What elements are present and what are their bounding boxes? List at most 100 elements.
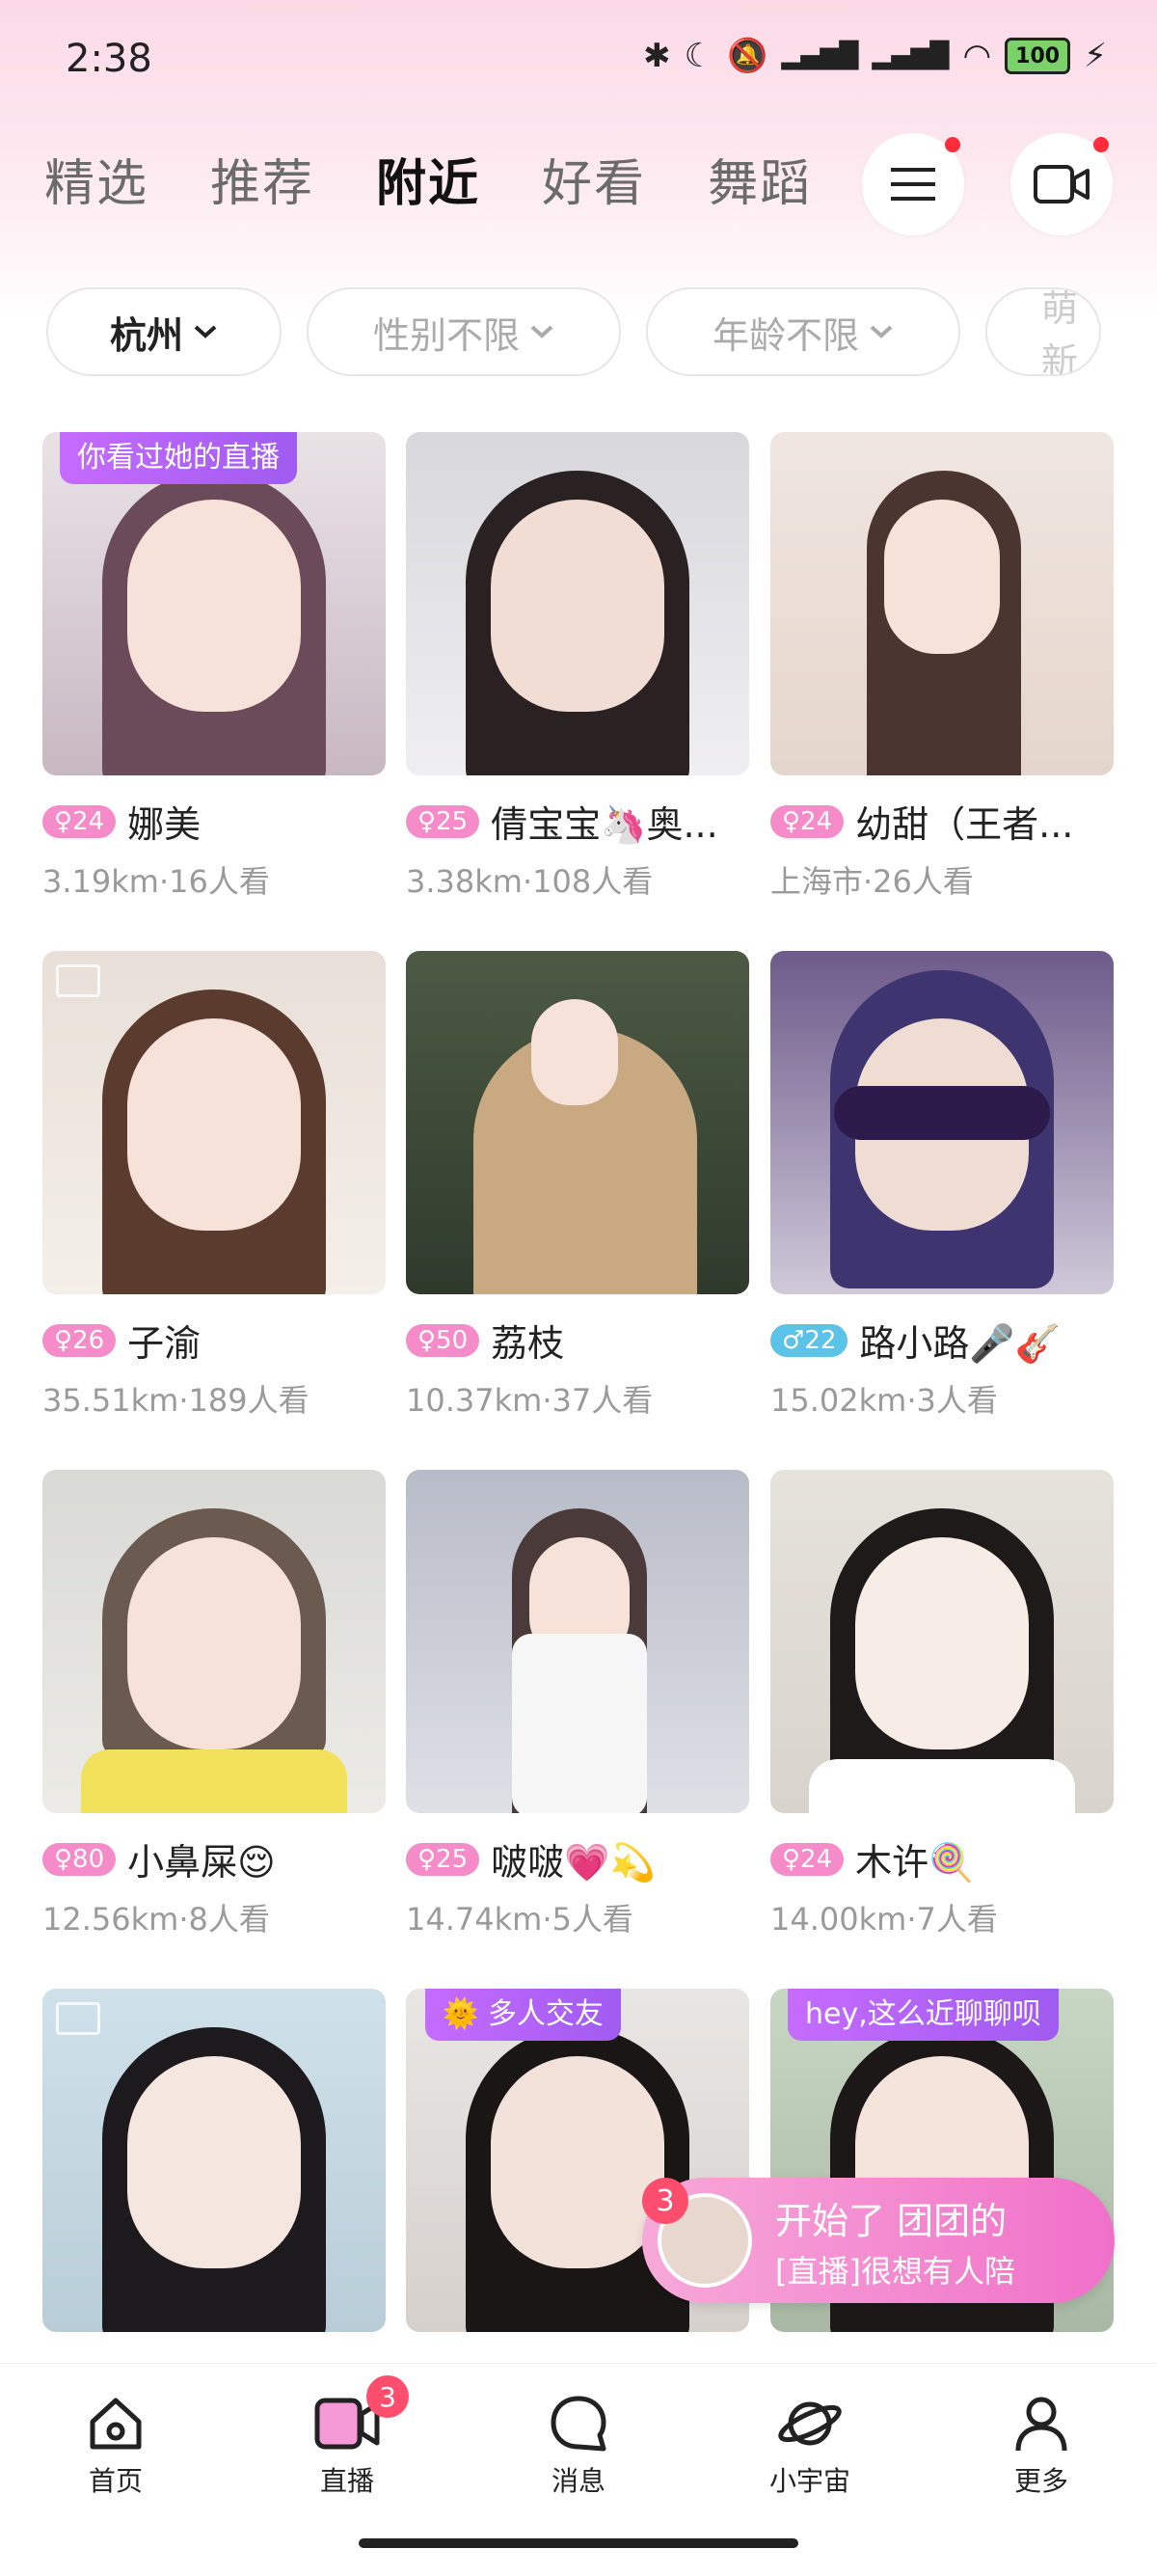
stream-card[interactable]: ♀ 26 子渝 35.51km·189人看 bbox=[42, 951, 386, 1421]
streamer-name: 路小路🎤🎸 bbox=[859, 1322, 1062, 1365]
menu-icon bbox=[891, 168, 935, 201]
newbie-filter-label: 萌新 bbox=[1041, 287, 1079, 376]
tab-good-looking[interactable]: 好看 bbox=[542, 143, 646, 215]
stream-thumbnail bbox=[406, 432, 749, 775]
live-notification-banner[interactable]: 3 开始了 团团的 [直播]很想有人陪 bbox=[642, 2178, 1115, 2303]
nearby-chat-tag: hey,这么近聊聊呗 bbox=[788, 1989, 1059, 2041]
notification-subtitle: [直播]很想有人陪 bbox=[775, 2253, 1015, 2290]
age-badge: ♀ 25 bbox=[406, 1842, 480, 1876]
tab-recommend[interactable]: 推荐 bbox=[210, 143, 314, 215]
stream-card[interactable]: ♀ 50 荔枝 10.37km·37人看 bbox=[406, 951, 749, 1421]
multi-friend-tag: 🌞 多人交友 bbox=[425, 1989, 621, 2041]
mute-icon: 🔕 bbox=[727, 37, 768, 75]
nav-home[interactable]: 首页 bbox=[58, 2393, 174, 2499]
top-tabs: 精选 推荐 附近 好看 舞蹈 bbox=[44, 143, 812, 215]
streamer-name: 小鼻屎😌 bbox=[127, 1841, 276, 1884]
newbie-filter[interactable]: 萌新 bbox=[985, 287, 1101, 376]
go-live-button[interactable] bbox=[1010, 133, 1113, 235]
stream-info: 14.00km·7人看 bbox=[770, 1901, 998, 1938]
stream-info: 14.74km·5人看 bbox=[406, 1901, 633, 1938]
signal-icon-2: ▂▄▆█ bbox=[872, 41, 950, 70]
message-icon bbox=[551, 2396, 606, 2452]
stream-thumbnail bbox=[42, 951, 386, 1294]
stream-thumbnail bbox=[42, 1989, 386, 2332]
charging-icon: ⚡ bbox=[1084, 37, 1107, 75]
stream-thumbnail bbox=[406, 1470, 749, 1813]
stream-info: 3.38km·108人看 bbox=[406, 863, 654, 900]
streamer-name: 木许🍭 bbox=[855, 1841, 975, 1884]
status-bar: 2:38 ✱ ☾ 🔕 ▂▄▆█ ▂▄▆█ ◠ 100 ⚡ bbox=[0, 0, 1157, 125]
stream-card[interactable]: ♀ 80 小鼻屎😌 12.56km·8人看 bbox=[42, 1470, 386, 1939]
bluetooth-icon: ✱ bbox=[643, 37, 671, 75]
nav-more-label: 更多 bbox=[1013, 2465, 1068, 2497]
stream-info: 上海市·26人看 bbox=[770, 863, 974, 900]
tab-featured[interactable]: 精选 bbox=[44, 143, 148, 215]
gender-filter-label: 性别不限 bbox=[372, 313, 520, 357]
streamer-name: 娜美 bbox=[127, 803, 202, 846]
stream-card[interactable]: ♀ 25 倩宝宝🦄奥... 3.38km·108人看 bbox=[406, 432, 749, 902]
age-badge: ♀ 50 bbox=[406, 1323, 480, 1357]
streamer-name: 子渝 bbox=[127, 1322, 202, 1365]
age-badge: ♀ 24 bbox=[42, 804, 117, 838]
battery-icon: 100 bbox=[1005, 38, 1071, 74]
chevron-down-icon bbox=[194, 325, 217, 339]
stream-thumbnail: 你看过她的直播 bbox=[42, 432, 386, 775]
nav-messages-label: 消息 bbox=[551, 2465, 605, 2497]
stream-info: 15.02km·3人看 bbox=[770, 1382, 998, 1419]
stream-card[interactable]: ♀ 24 木许🍭 14.00km·7人看 bbox=[770, 1470, 1114, 1939]
nav-home-label: 首页 bbox=[88, 2465, 143, 2497]
age-badge: ♀ 24 bbox=[770, 1842, 845, 1876]
age-badge: ♀ 25 bbox=[406, 804, 480, 838]
stream-thumbnail bbox=[770, 1470, 1114, 1813]
nav-universe-label: 小宇宙 bbox=[768, 2465, 850, 2497]
nav-universe[interactable]: 小宇宙 bbox=[752, 2393, 868, 2499]
nav-live-label: 直播 bbox=[319, 2465, 374, 2497]
stream-info: 35.51km·189人看 bbox=[42, 1382, 309, 1419]
stream-card[interactable]: ♂ 22 路小路🎤🎸 15.02km·3人看 bbox=[770, 951, 1114, 1421]
chevron-down-icon bbox=[870, 325, 893, 339]
planet-icon bbox=[778, 2401, 842, 2446]
moon-icon: ☾ bbox=[684, 37, 714, 75]
stream-card[interactable]: 你看过她的直播 ♀ 24 娜美 3.19km·16人看 bbox=[42, 432, 386, 902]
stream-thumbnail bbox=[406, 951, 749, 1294]
live-notification-dot bbox=[1093, 137, 1109, 152]
streamer-name: 幼甜（王者... bbox=[855, 803, 1074, 846]
signal-icon: ▂▄▆█ bbox=[781, 41, 859, 70]
screen-share-icon bbox=[56, 2002, 100, 2035]
status-time: 2:38 bbox=[66, 37, 152, 81]
gender-filter[interactable]: 性别不限 bbox=[307, 287, 621, 376]
tab-dance[interactable]: 舞蹈 bbox=[708, 143, 812, 215]
age-badge: ♀ 26 bbox=[42, 1323, 117, 1357]
notification-count-badge: 3 bbox=[642, 2178, 688, 2224]
nav-more[interactable]: 更多 bbox=[983, 2393, 1099, 2499]
stream-card[interactable] bbox=[42, 1989, 386, 2332]
stream-thumbnail bbox=[42, 1470, 386, 1813]
nav-live[interactable]: 直播 3 bbox=[289, 2375, 409, 2499]
stream-info: 3.19km·16人看 bbox=[42, 863, 270, 900]
stream-card[interactable]: ♀ 25 啵啵💗💫 14.74km·5人看 bbox=[406, 1470, 749, 1939]
stream-info: 12.56km·8人看 bbox=[42, 1901, 270, 1938]
age-filter[interactable]: 年龄不限 bbox=[646, 287, 960, 376]
streamer-name: 倩宝宝🦄奥... bbox=[491, 803, 718, 846]
age-badge: ♀ 80 bbox=[42, 1842, 117, 1876]
home-indicator[interactable] bbox=[359, 2538, 798, 2548]
profile-icon bbox=[1015, 2397, 1067, 2452]
age-badge: ♂ 22 bbox=[770, 1323, 848, 1357]
filter-bar: 杭州 性别不限 年龄不限 萌新 bbox=[46, 287, 1101, 376]
stream-info: 10.37km·37人看 bbox=[406, 1382, 654, 1419]
battery-level: 100 bbox=[1015, 43, 1061, 68]
city-filter-label: 杭州 bbox=[109, 313, 183, 357]
watched-tag: 你看过她的直播 bbox=[60, 432, 297, 484]
streamer-name: 荔枝 bbox=[491, 1322, 565, 1365]
tab-nearby[interactable]: 附近 bbox=[376, 143, 480, 215]
nav-messages[interactable]: 消息 bbox=[521, 2393, 636, 2499]
status-icons: ✱ ☾ 🔕 ▂▄▆█ ▂▄▆█ ◠ 100 ⚡ bbox=[643, 37, 1107, 75]
screen-share-icon bbox=[56, 964, 100, 997]
city-filter[interactable]: 杭州 bbox=[46, 287, 282, 376]
stream-card[interactable]: ♀ 24 幼甜（王者... 上海市·26人看 bbox=[770, 432, 1114, 902]
video-camera-icon bbox=[1034, 165, 1090, 203]
menu-notification-dot bbox=[945, 137, 960, 152]
menu-button[interactable] bbox=[862, 133, 964, 235]
sunglasses bbox=[834, 1086, 1050, 1140]
live-badge: 3 bbox=[366, 2375, 409, 2418]
